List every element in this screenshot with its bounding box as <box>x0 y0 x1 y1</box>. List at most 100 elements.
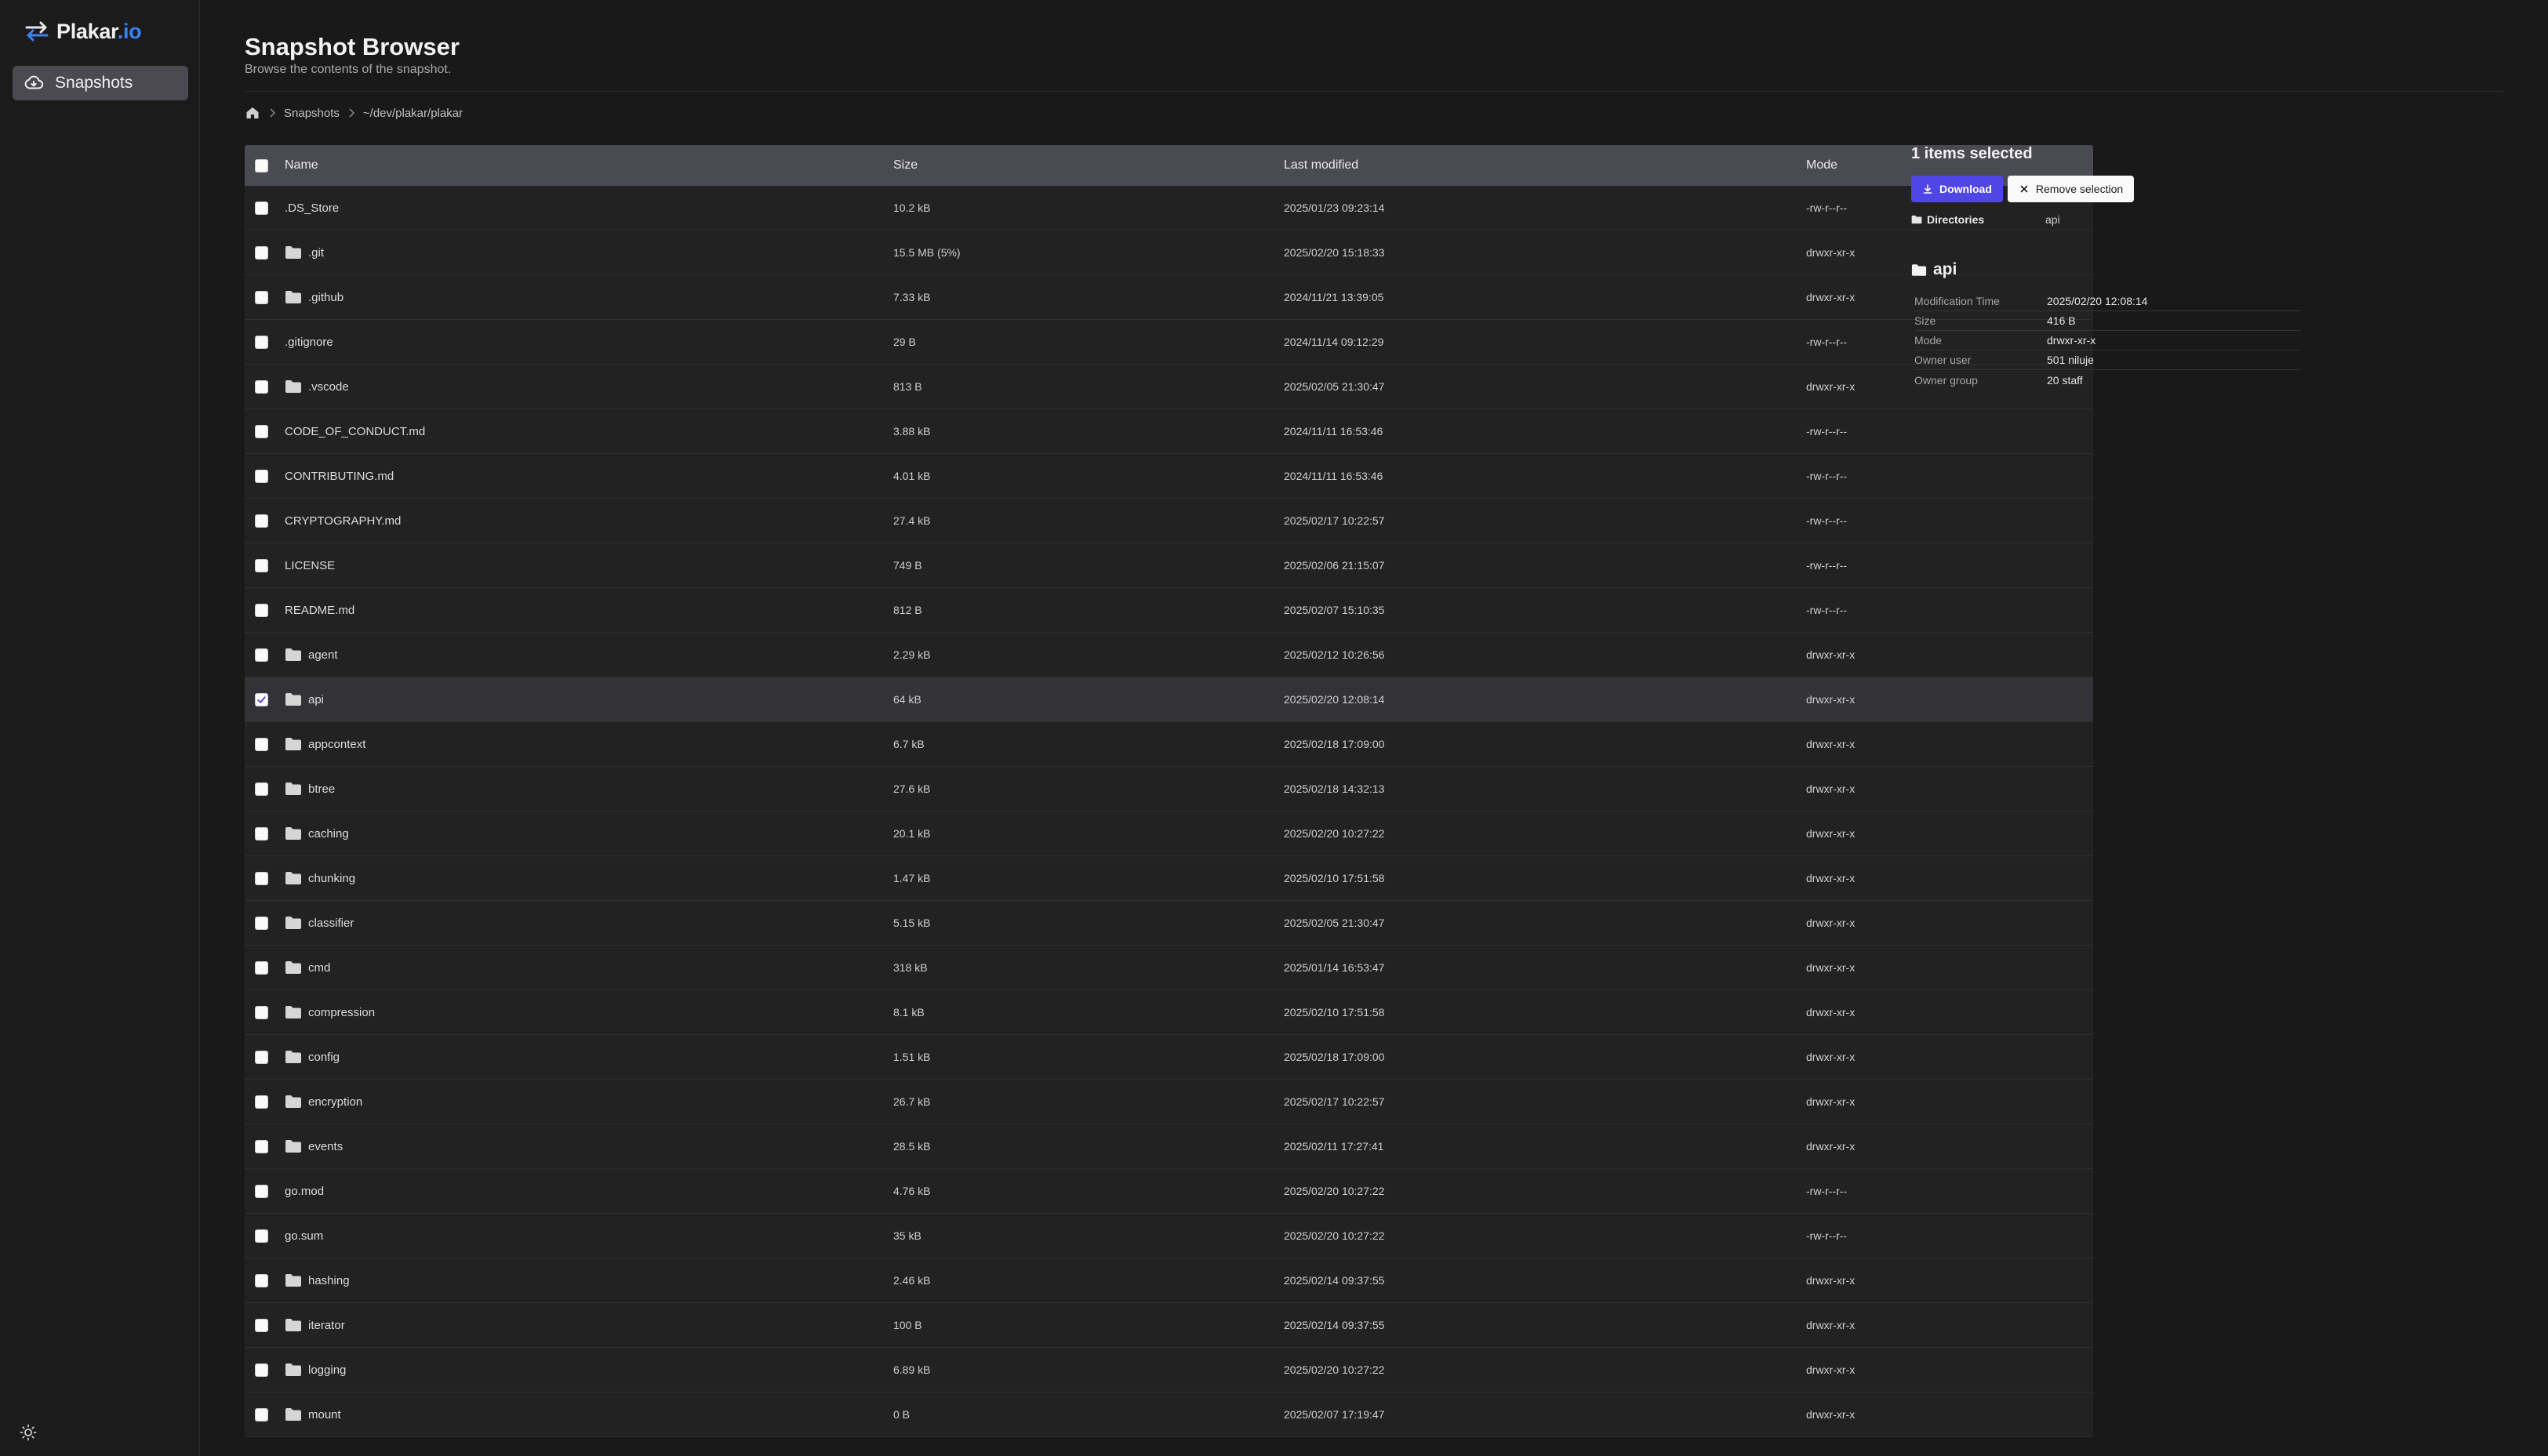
row-checkbox[interactable] <box>255 424 268 438</box>
column-header-name[interactable]: Name <box>285 158 893 172</box>
row-checkbox[interactable] <box>255 245 268 260</box>
row-checkbox[interactable] <box>255 469 268 483</box>
row-name-link[interactable]: config <box>308 1051 340 1064</box>
row-name-link[interactable]: hashing <box>308 1274 350 1287</box>
row-checkbox[interactable] <box>255 826 268 841</box>
row-name-link[interactable]: events <box>308 1140 343 1153</box>
table-row[interactable]: go.sum 35 kB 2025/02/20 10:27:22 -rw-r--r-- <box>245 1214 2093 1258</box>
table-row[interactable]: LICENSE 749 B 2025/02/06 21:15:07 -rw-r--r-… <box>245 543 2093 588</box>
row-name-link[interactable]: compression <box>308 1006 375 1019</box>
row-name-link[interactable]: appcontext <box>308 738 365 751</box>
table-row[interactable]: go.mod 4.76 kB 2025/02/20 10:27:22 -rw-r--r… <box>245 1169 2093 1214</box>
table-row[interactable]: iterator 100 B 2025/02/14 09:37:55 drwxr-xr… <box>245 1303 2093 1348</box>
download-button[interactable]: Download <box>1911 176 2003 202</box>
table-row[interactable]: agent 2.29 kB 2025/02/12 10:26:56 drwxr-xr-… <box>245 633 2093 677</box>
row-checkbox[interactable] <box>255 916 268 930</box>
table-row[interactable]: api 64 kB 2025/02/20 12:08:14 drwxr-xr-x <box>245 677 2093 722</box>
table-row[interactable]: events 28.5 kB 2025/02/11 17:27:41 drwxr-xr… <box>245 1124 2093 1169</box>
row-checkbox[interactable] <box>255 1273 268 1287</box>
row-checkbox[interactable] <box>255 1139 268 1153</box>
table-row[interactable]: chunking 1.47 kB 2025/02/10 17:51:58 drwxr-… <box>245 856 2093 901</box>
sun-icon[interactable] <box>19 1423 38 1442</box>
table-row[interactable]: compression 8.1 kB 2025/02/10 17:51:58 drwx… <box>245 990 2093 1035</box>
row-name-link[interactable]: agent <box>308 648 338 662</box>
row-checkbox[interactable] <box>255 960 268 975</box>
row-checkbox[interactable] <box>255 290 268 304</box>
table-row[interactable]: caching 20.1 kB 2025/02/20 10:27:22 drwxr-x… <box>245 812 2093 856</box>
row-size: 749 B <box>893 559 922 572</box>
table-row[interactable]: btree 27.6 kB 2025/02/18 14:32:13 drwxr-xr-… <box>245 767 2093 812</box>
row-name-link[interactable]: CONTRIBUTING.md <box>285 470 394 483</box>
row-checkbox[interactable] <box>255 1050 268 1064</box>
table-row[interactable]: .git 15.5 MB (5%) 2025/02/20 15:18:33 drwxr… <box>245 231 2093 275</box>
table-row[interactable]: encryption 26.7 kB 2025/02/17 10:22:57 drwx… <box>245 1080 2093 1124</box>
row-name-link[interactable]: btree <box>308 782 335 796</box>
row-checkbox[interactable] <box>255 782 268 796</box>
row-name-link[interactable]: .vscode <box>308 380 349 394</box>
table-row[interactable]: CONTRIBUTING.md 4.01 kB 2024/11/11 16:53:4… <box>245 454 2093 499</box>
row-checkbox[interactable] <box>255 1363 268 1377</box>
row-checkbox[interactable] <box>255 1005 268 1019</box>
row-name-link[interactable]: .git <box>308 246 324 260</box>
row-name-link[interactable]: CODE_OF_CONDUCT.md <box>285 425 425 438</box>
row-name-link[interactable]: CRYPTOGRAPHY.md <box>285 514 401 528</box>
table-row[interactable]: .github 7.33 kB 2024/11/21 13:39:05 drwxr-x… <box>245 275 2093 320</box>
row-checkbox[interactable] <box>255 1318 268 1332</box>
row-modified: 2025/02/14 09:37:55 <box>1284 1319 1385 1331</box>
row-checkbox[interactable] <box>255 1407 268 1422</box>
select-all-checkbox[interactable] <box>255 158 268 172</box>
breadcrumb-snapshots[interactable]: Snapshots <box>284 107 340 120</box>
table-row[interactable]: cmd 318 kB 2025/01/14 16:53:47 drwxr-xr-x <box>245 946 2093 990</box>
row-name-link[interactable]: logging <box>308 1363 346 1377</box>
row-name-link[interactable]: chunking <box>308 872 355 885</box>
table-row[interactable]: classifier 5.15 kB 2025/02/05 21:30:47 drwx… <box>245 901 2093 946</box>
row-name-link[interactable]: cmd <box>308 961 330 975</box>
table-row[interactable]: .DS_Store 10.2 kB 2025/01/23 09:23:14 -rw-r… <box>245 186 2093 231</box>
row-checkbox[interactable] <box>255 201 268 215</box>
brand[interactable]: Plakar.io <box>24 14 142 49</box>
row-name-link[interactable]: README.md <box>285 604 354 617</box>
row-checkbox[interactable] <box>255 335 268 349</box>
table-row[interactable]: hashing 2.46 kB 2025/02/14 09:37:55 drwxr-x… <box>245 1258 2093 1303</box>
table-row[interactable]: .gitignore 29 B 2024/11/14 09:12:29 -rw-r--… <box>245 320 2093 365</box>
table-row[interactable]: logging 6.89 kB 2025/02/20 10:27:22 drwxr-x… <box>245 1348 2093 1392</box>
row-checkbox[interactable] <box>255 1095 268 1109</box>
row-name-link[interactable]: go.sum <box>285 1229 323 1243</box>
row-name-link[interactable]: encryption <box>308 1095 362 1109</box>
column-header-modified[interactable]: Last modified <box>1284 158 1806 172</box>
row-checkbox[interactable] <box>255 737 268 751</box>
column-header-size[interactable]: Size <box>893 158 1284 172</box>
breadcrumb-path[interactable]: ~/dev/plakar/plakar <box>363 107 463 120</box>
row-name-link[interactable]: caching <box>308 827 349 841</box>
row-checkbox[interactable] <box>255 603 268 617</box>
table-row[interactable]: README.md 812 B 2025/02/07 15:10:35 -rw-r--… <box>245 588 2093 633</box>
row-checkbox[interactable] <box>255 1184 268 1198</box>
row-name-link[interactable]: .github <box>308 291 343 304</box>
row-checkbox[interactable] <box>255 379 268 394</box>
row-name-link[interactable]: iterator <box>308 1319 345 1332</box>
row-name-link[interactable]: mount <box>308 1408 341 1422</box>
table-row[interactable]: CODE_OF_CONDUCT.md 3.88 kB 2024/11/11 16:5… <box>245 409 2093 454</box>
row-name-link[interactable]: .gitignore <box>285 336 333 349</box>
row-checkbox[interactable] <box>255 514 268 528</box>
row-checkbox[interactable] <box>255 558 268 572</box>
row-name-link[interactable]: api <box>308 693 324 706</box>
row-checkbox[interactable] <box>255 692 268 706</box>
remove-selection-button[interactable]: Remove selection <box>2007 176 2135 202</box>
table-row[interactable]: appcontext 6.7 kB 2025/02/18 17:09:00 drwxr… <box>245 722 2093 767</box>
row-name-link[interactable]: .DS_Store <box>285 202 339 215</box>
table-header: Name Size Last modified Mode <box>245 145 2093 186</box>
table-row[interactable]: .vscode 813 B 2025/02/05 21:30:47 drwxr-xr-… <box>245 365 2093 409</box>
table-row[interactable]: CRYPTOGRAPHY.md 27.4 kB 2025/02/17 10:22:5… <box>245 499 2093 543</box>
row-checkbox[interactable] <box>255 1229 268 1243</box>
table-row[interactable]: mount 0 B 2025/02/07 17:19:47 drwxr-xr-x <box>245 1392 2093 1437</box>
sidebar-item-snapshots[interactable]: Snapshots <box>13 66 188 100</box>
row-name-link[interactable]: LICENSE <box>285 559 335 572</box>
row-checkbox[interactable] <box>255 871 268 885</box>
table-row[interactable]: config 1.51 kB 2025/02/18 17:09:00 drwxr-xr… <box>245 1035 2093 1080</box>
home-icon[interactable] <box>245 105 260 121</box>
detail-key: Size <box>1914 314 1936 327</box>
row-name-link[interactable]: go.mod <box>285 1185 324 1198</box>
row-name-link[interactable]: classifier <box>308 917 354 930</box>
row-checkbox[interactable] <box>255 648 268 662</box>
